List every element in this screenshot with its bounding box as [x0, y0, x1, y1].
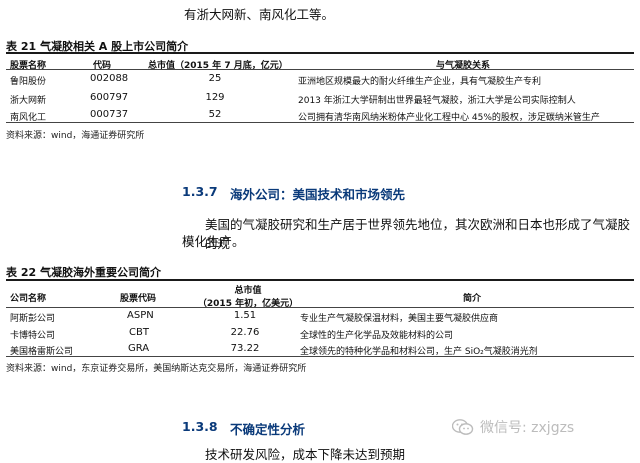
- table22-cell: ASPN: [127, 310, 154, 321]
- table22-source: 资料来源：wind，东京证券交易所，美国纳斯达克交易所，海通证券研究所: [6, 364, 307, 374]
- table22-cell: GRA: [128, 343, 150, 354]
- table22-header-intro: 简介: [463, 294, 482, 304]
- table22-cell: 73.22: [230, 343, 260, 354]
- table21-cell: 25: [208, 73, 222, 84]
- table21-cell: 002088: [90, 73, 129, 84]
- table22-header-company: 公司名称: [10, 294, 47, 304]
- table22-cell: 全球性的生产化学品及效能材料的公司: [300, 331, 454, 341]
- table22-cell: 22.76: [230, 327, 260, 338]
- table22-cell: 卡博特公司: [10, 331, 56, 341]
- table21-cell: 亚洲地区规模最大的耐火纤维生产企业，具有气凝胶生产专利: [298, 77, 542, 87]
- table21-cell: 52: [208, 109, 222, 120]
- watermark-text: 微信号: zxjgzs: [480, 420, 575, 436]
- section-paragraph-line1: 美国的气凝胶研究和生产居于世界领先地位，其次欧洲和日本也形成了气凝胶的规: [205, 217, 631, 251]
- section-number: 1.3.8: [182, 419, 218, 434]
- section-title: 不确定性分析: [230, 422, 306, 437]
- table22-caption: 表 22 气凝胶海外重要公司简介: [6, 266, 161, 279]
- table21-top-rule: [6, 52, 634, 54]
- table22-header-cap: 总市值: [234, 286, 262, 296]
- table21-cell: 129: [205, 92, 225, 103]
- intro-paragraph: 有浙大网新、南风化工等。: [184, 7, 335, 22]
- table21-cell: 000737: [90, 109, 129, 120]
- section-number: 1.3.7: [182, 184, 218, 199]
- section-paragraph-line2: 模化生产。: [182, 234, 245, 249]
- table22-top-rule: [6, 279, 634, 281]
- table22-cell: 专业生产气凝胶保温材料，美国主要气凝胶供应商: [300, 314, 499, 324]
- table21-cell: 600797: [90, 92, 129, 103]
- table21-header-rule: [6, 69, 634, 70]
- table21-bottom-rule: [6, 122, 634, 123]
- table22-cell: 阿斯彭公司: [10, 314, 56, 324]
- table22-cell: 1.51: [233, 310, 257, 321]
- table22-bottom-rule: [6, 356, 634, 357]
- table21-source: 资料来源：wind，海通证券研究所: [6, 131, 145, 141]
- risk-paragraph: 技术研发风险，成本下降未达到预期: [205, 447, 406, 462]
- wechat-icon: [451, 418, 474, 436]
- watermark: 微信号: zxjgzs: [451, 417, 575, 437]
- table21-cell: 鲁阳股份: [10, 77, 47, 87]
- table22-cell: CBT: [129, 327, 149, 338]
- table21-cell: 浙大网新: [10, 96, 47, 106]
- table21-cell: 2013 年浙江大学研制出世界最轻气凝胶，浙江大学是公司实际控制人: [298, 96, 576, 106]
- table22-header-rule: [6, 307, 634, 308]
- section-title: 海外公司：美国技术和市场领先: [230, 187, 406, 202]
- table22-header-ticker: 股票代码: [120, 294, 157, 304]
